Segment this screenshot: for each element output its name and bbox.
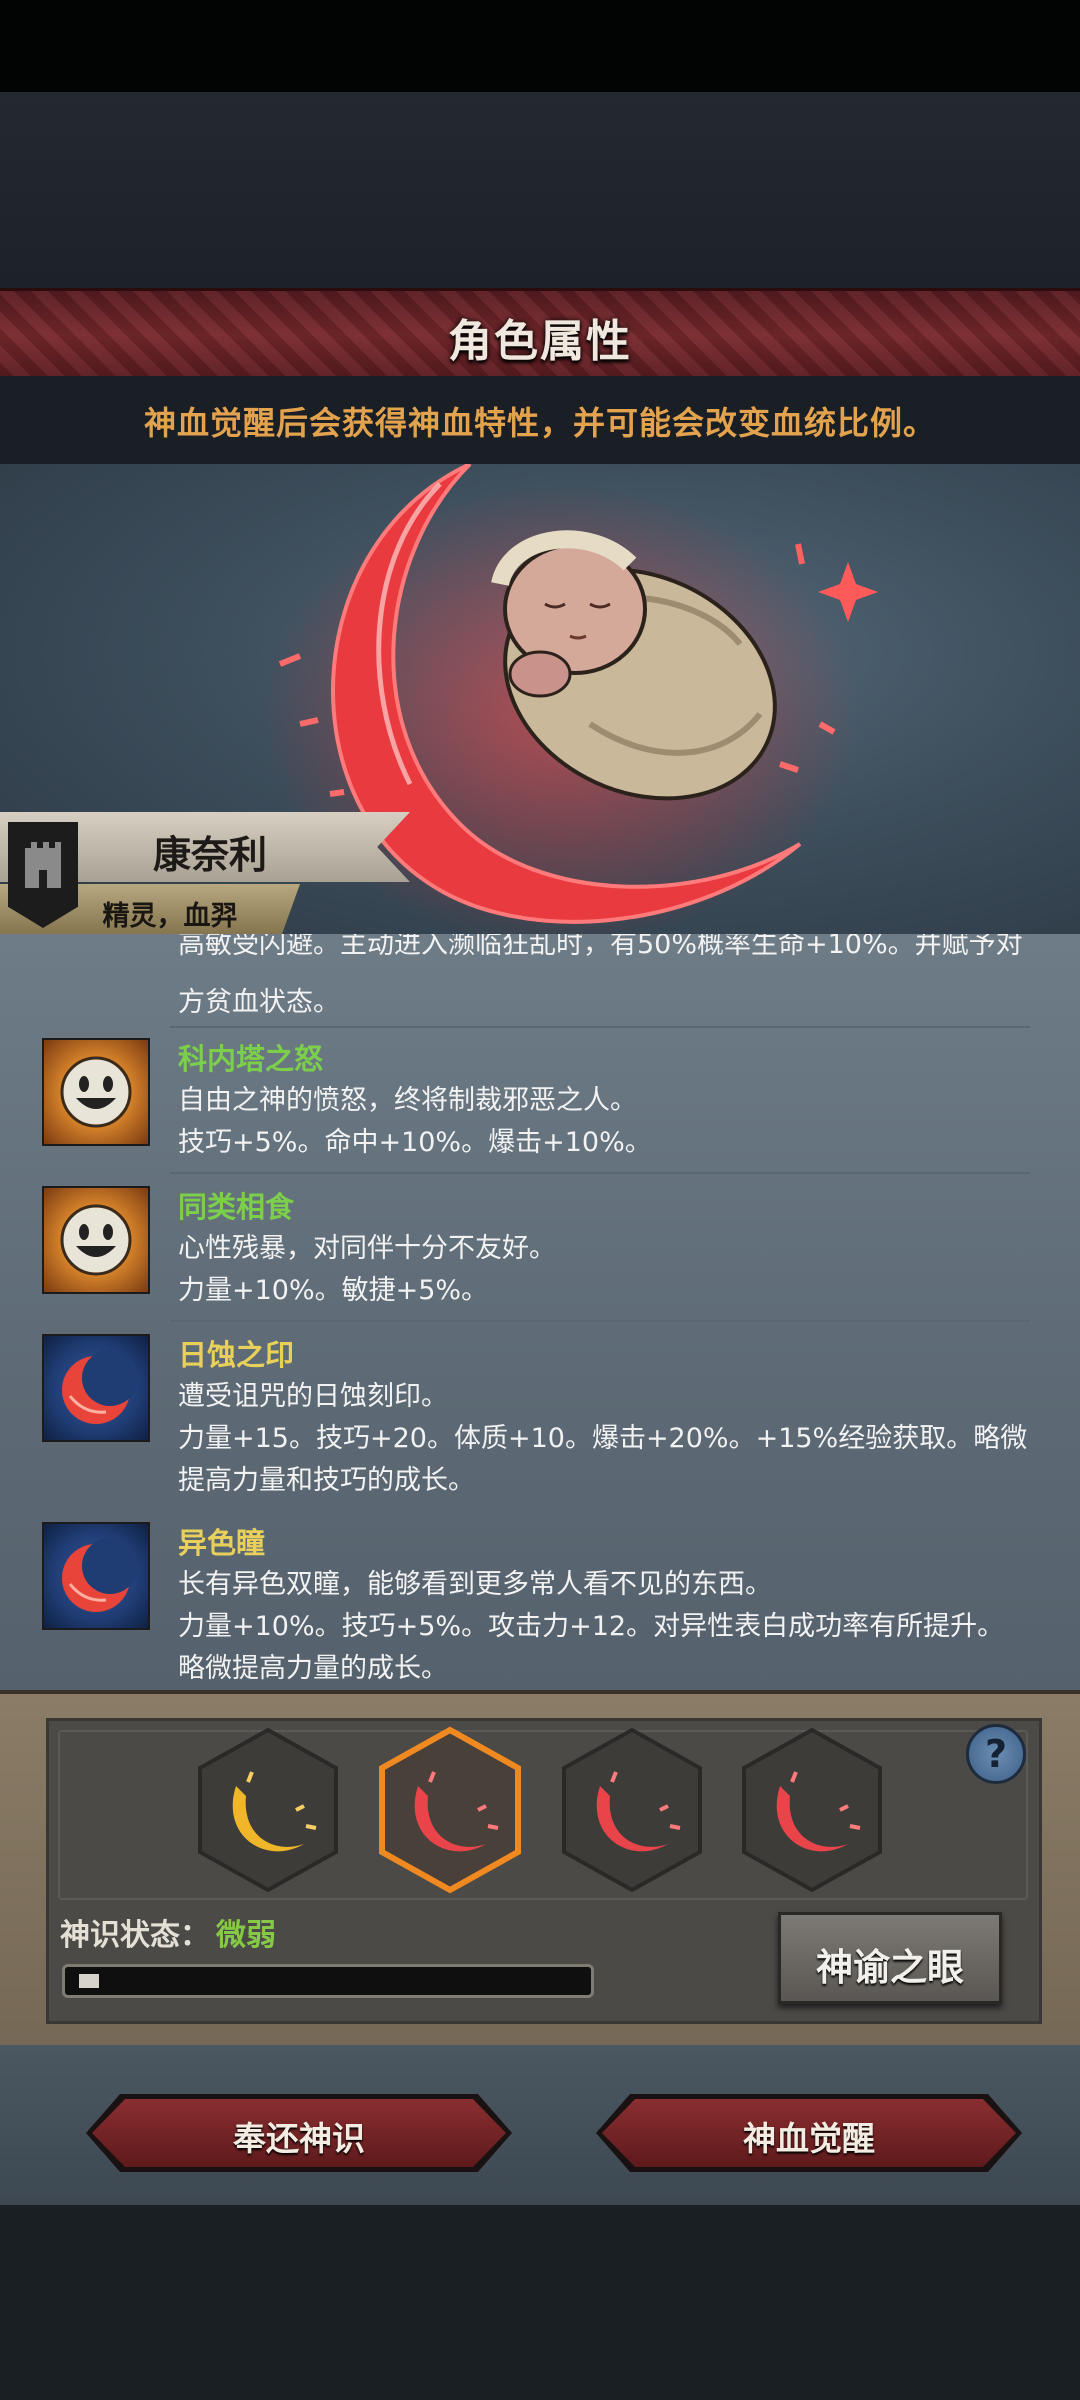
trait-description: 遭受诅咒的日蚀刻印。	[178, 1381, 448, 1412]
divine-sense-progress	[62, 1964, 594, 1998]
trait-list[interactable]: 高敏受闪避。主动进入濒临狂乱时，有50%概率生命+10%。并赋予对 方贫血状态。…	[0, 934, 1080, 1690]
red-crescent-slot-selected[interactable]	[378, 1726, 522, 1894]
red-crescent-slot[interactable]	[740, 1726, 884, 1894]
trait-name: 科内塔之怒	[178, 1042, 324, 1076]
grinning-sun-icon	[42, 1186, 150, 1294]
trait-description: 心性残暴，对同伴十分不友好。	[178, 1233, 556, 1264]
divider	[170, 1172, 1030, 1174]
character-name: 康奈利	[152, 833, 267, 877]
progress-fill	[79, 1974, 99, 1988]
trait-partial-line: 高敏受闪避。主动进入濒临狂乱时，有50%概率生命+10%。并赋予对	[178, 934, 1023, 960]
trait-name: 同类相食	[178, 1190, 295, 1224]
title-banner: 角色属性	[0, 288, 1080, 383]
trait-effects: 技巧+5%。命中+10%。爆击+10%。	[178, 1127, 652, 1158]
trait-description: 长有异色双瞳，能够看到更多常人看不见的东西。	[178, 1569, 772, 1600]
trait-name: 异色瞳	[178, 1526, 266, 1560]
page-title: 角色属性	[448, 316, 632, 367]
divine-sense-value: 微弱	[216, 1918, 276, 1953]
trait-name: 日蚀之印	[178, 1338, 295, 1372]
divider	[170, 1026, 1030, 1028]
grinning-sun-icon	[42, 1038, 150, 1146]
bottom-background	[0, 2205, 1080, 2400]
notice-text: 神血觉醒后会获得神血特性，并可能会改变血统比例。	[143, 404, 936, 442]
return-sense-button[interactable]: 奉还神识	[86, 2094, 512, 2172]
red-crescent-slot[interactable]	[560, 1726, 704, 1894]
oracle-eye-button[interactable]: 神谕之眼	[778, 1912, 1002, 2004]
status-bar-area	[0, 0, 1080, 92]
notice-bar: 神血觉醒后会获得神血特性，并可能会改变血统比例。	[0, 376, 1080, 464]
trait-partial-line: 方贫血状态。	[178, 987, 340, 1018]
awaken-button[interactable]: 神血觉醒	[596, 2094, 1022, 2172]
awaken-label: 神血觉醒	[743, 2119, 875, 2158]
return-sense-label: 奉还神识	[233, 2119, 365, 2158]
top-background	[0, 92, 1080, 288]
trait-effects: 力量+10%。敏捷+5%。	[178, 1275, 489, 1306]
trait-description: 自由之神的愤怒，终将制裁邪恶之人。	[178, 1085, 637, 1116]
trait-effects: 略微提高力量的成长。	[178, 1653, 448, 1684]
divine-sense-label: 神识状态：	[60, 1918, 210, 1953]
trait-effects: 力量+10%。技巧+5%。攻击力+12。对异性表白成功率有所提升。	[178, 1611, 1005, 1642]
trait-effects: 力量+15。技巧+20。体质+10。爆击+20%。+15%经验获取。略微	[178, 1423, 1028, 1454]
castle-crest-icon	[8, 822, 78, 928]
oracle-eye-label: 神谕之眼	[816, 1946, 964, 1989]
gold-crescent-slot[interactable]	[196, 1726, 340, 1894]
divider	[170, 1320, 1030, 1322]
help-button[interactable]: ?	[966, 1724, 1026, 1784]
character-tags: 精灵，血羿	[102, 901, 238, 932]
divider	[170, 1510, 1030, 1512]
trait-effects: 提高力量和技巧的成长。	[178, 1465, 475, 1496]
red-crescent-icon	[42, 1334, 150, 1442]
red-crescent-icon	[42, 1522, 150, 1630]
